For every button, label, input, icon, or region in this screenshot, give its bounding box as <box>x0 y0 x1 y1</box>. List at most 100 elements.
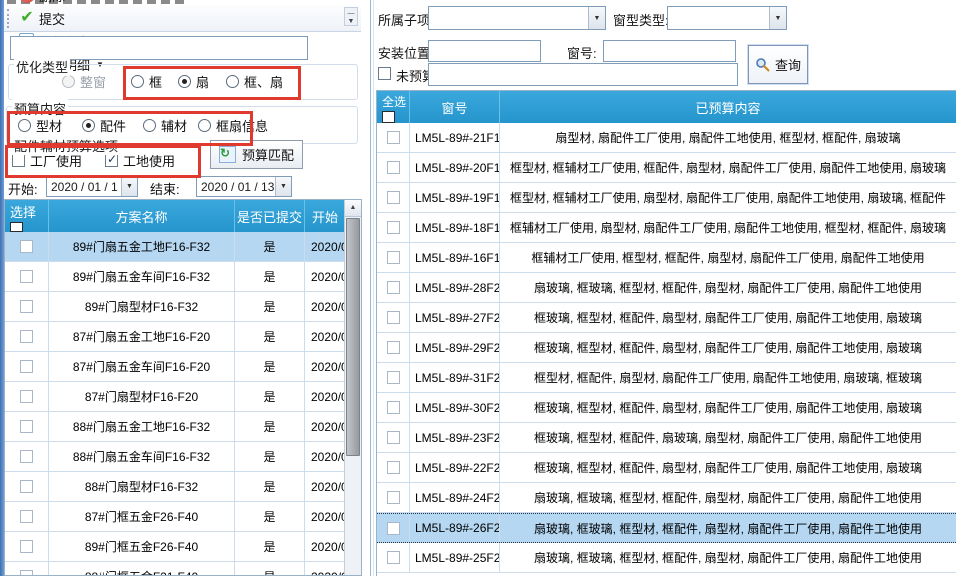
budget-match-button[interactable]: 预算匹配 <box>210 140 303 169</box>
radio-框扇信息[interactable]: 框扇信息 <box>198 116 268 135</box>
row-select-cell[interactable] <box>377 333 410 362</box>
radio-框[interactable]: 框 <box>131 72 162 91</box>
submitted-cell[interactable]: 是 <box>235 532 305 561</box>
window-no-cell[interactable]: LM5L-89#-24F22 <box>410 483 500 512</box>
window-no-cell[interactable]: LM5L-89#-25F23 <box>410 543 500 572</box>
start-date-cell[interactable]: 2020/0 <box>305 562 346 576</box>
start-date-cell[interactable]: 2020/0 <box>305 472 346 501</box>
budgeted-content-cell[interactable]: 扇型材, 扇配件工厂使用, 扇配件工地使用, 框型材, 框配件, 扇玻璃 <box>500 123 956 152</box>
select-all-checkbox[interactable] <box>382 111 395 123</box>
unbudgeted-input[interactable] <box>428 63 738 86</box>
window-no-cell[interactable]: LM5L-89#-16F15 <box>410 243 500 272</box>
row-checkbox[interactable] <box>20 540 33 553</box>
date-end-picker[interactable]: 2020 / 01 / 13 ▼ <box>196 176 292 197</box>
scheme-row[interactable]: 89#门扇型材F16-F32是2020/0 <box>5 292 346 322</box>
budgeted-content-cell[interactable]: 框辅材工厂使用, 扇型材, 扇配件工厂使用, 扇配件工地使用, 框型材, 框配件… <box>500 213 956 242</box>
row-checkbox[interactable] <box>20 330 33 343</box>
select-all-checkbox[interactable] <box>10 222 23 232</box>
start-date-cell[interactable]: 2020/0 <box>305 442 346 471</box>
window-type-dropdown-icon[interactable]: ▼ <box>769 7 786 29</box>
radio-扇[interactable]: 扇 <box>178 72 209 91</box>
row-select-cell[interactable] <box>377 153 410 182</box>
window-type-combobox[interactable]: ▼ <box>667 6 787 30</box>
budget-row[interactable]: LM5L-89#-28F26扇玻璃, 框玻璃, 框型材, 框配件, 扇型材, 扇… <box>377 273 956 303</box>
row-select-cell[interactable] <box>5 382 49 411</box>
row-select-cell[interactable] <box>5 262 49 291</box>
budgeted-content-cell[interactable]: 扇玻璃, 框玻璃, 框型材, 框配件, 扇型材, 扇配件工厂使用, 扇配件工地使… <box>500 483 956 512</box>
scheme-row[interactable]: 88#门扇型材F16-F32是2020/0 <box>5 472 346 502</box>
row-checkbox[interactable] <box>387 341 400 354</box>
scrollbar-thumb[interactable] <box>346 218 360 456</box>
header-budgeted-content[interactable]: 已预算内容 <box>500 91 956 123</box>
start-date-cell[interactable]: 2020/0 <box>305 322 346 351</box>
row-checkbox[interactable] <box>387 431 400 444</box>
toolbar-grip[interactable] <box>7 9 12 28</box>
scheme-row[interactable]: 89#门扇五金工地F16-F32是2020/0 <box>5 232 346 262</box>
row-checkbox[interactable] <box>387 311 400 324</box>
query-button[interactable]: 查询 <box>748 45 808 84</box>
row-select-cell[interactable] <box>377 183 410 212</box>
window-no-cell[interactable]: LM5L-89#-18F16 <box>410 213 500 242</box>
submitted-cell[interactable]: 是 <box>235 562 305 576</box>
row-checkbox[interactable] <box>387 131 400 144</box>
window-no-cell[interactable]: LM5L-89#-26F24 <box>410 514 500 542</box>
install-position-input[interactable] <box>428 40 541 62</box>
submitted-cell[interactable]: 是 <box>235 382 305 411</box>
window-no-input[interactable] <box>603 40 736 62</box>
window-no-cell[interactable]: LM5L-89#-28F26 <box>410 273 500 302</box>
scheme-row[interactable]: 87#门扇五金工地F16-F20是2020/0 <box>5 322 346 352</box>
row-checkbox[interactable] <box>387 191 400 204</box>
window-no-cell[interactable]: LM5L-89#-31F29 <box>410 363 500 392</box>
date-start-picker[interactable]: 2020 / 01 / 1 ▼ <box>46 176 138 197</box>
budget-row[interactable]: LM5L-89#-30F28框玻璃, 框型材, 框配件, 扇型材, 扇配件工厂使… <box>377 393 956 423</box>
scheme-row[interactable]: 89#门框五金F26-F40是2020/0 <box>5 532 346 562</box>
row-checkbox[interactable] <box>20 390 33 403</box>
budgeted-content-cell[interactable]: 框玻璃, 框型材, 框配件, 扇型材, 扇配件工厂使用, 扇配件工地使用, 扇玻… <box>500 393 956 422</box>
scheme-row[interactable]: 87#门扇型材F16-F20是2020/0 <box>5 382 346 412</box>
panel-splitter[interactable] <box>370 0 371 576</box>
budget-row[interactable]: LM5L-89#-18F16框辅材工厂使用, 扇型材, 扇配件工厂使用, 扇配件… <box>377 213 956 243</box>
window-no-cell[interactable]: LM5L-89#-20F18 <box>410 153 500 182</box>
scheme-row[interactable]: 88#门扇五金车间F16-F32是2020/0 <box>5 442 346 472</box>
window-no-cell[interactable]: LM5L-89#-19F17 <box>410 183 500 212</box>
radio-辅材[interactable]: 辅材 <box>143 116 187 135</box>
header-window-no[interactable]: 窗号 <box>410 91 500 123</box>
submitted-cell[interactable]: 是 <box>235 322 305 351</box>
row-checkbox[interactable] <box>20 510 33 523</box>
submitted-cell[interactable]: 是 <box>235 412 305 441</box>
start-date-cell[interactable]: 2020/0 <box>305 382 346 411</box>
scheme-table-scrollbar[interactable]: ▲ <box>344 200 361 575</box>
date-start-dropdown-icon[interactable]: ▼ <box>121 177 137 196</box>
row-checkbox[interactable] <box>387 522 400 535</box>
scrollbar-up-icon[interactable]: ▲ <box>345 200 361 217</box>
scheme-name-cell[interactable]: 88#门框五金F21-F40 <box>49 562 235 576</box>
budgeted-content-cell[interactable]: 框玻璃, 框型材, 框配件, 扇型材, 扇配件工厂使用, 扇配件工地使用, 扇玻… <box>500 303 956 332</box>
row-select-cell[interactable] <box>377 514 410 542</box>
row-checkbox[interactable] <box>20 360 33 373</box>
window-no-cell[interactable]: LM5L-89#-29F27 <box>410 333 500 362</box>
budgeted-content-cell[interactable]: 框型材, 框配件, 扇型材, 扇配件工厂使用, 扇配件工地使用, 扇玻璃, 框玻… <box>500 363 956 392</box>
header-submitted[interactable]: 是否已提交 <box>235 200 305 232</box>
scheme-row[interactable]: 88#门框五金F21-F40是2020/0 <box>5 562 346 576</box>
start-date-cell[interactable]: 2020/0 <box>305 502 346 531</box>
budget-row[interactable]: LM5L-89#-22F20框玻璃, 框型材, 框配件, 扇型材, 扇配件工厂使… <box>377 453 956 483</box>
row-checkbox[interactable] <box>387 461 400 474</box>
start-date-cell[interactable]: 2020/0 <box>305 352 346 381</box>
start-date-cell[interactable]: 2020/0 <box>305 412 346 441</box>
budgeted-content-cell[interactable]: 框玻璃, 框型材, 框配件, 扇型材, 扇配件工厂使用, 扇配件工地使用, 扇玻… <box>500 333 956 362</box>
scheme-name-cell[interactable]: 87#门扇五金工地F16-F20 <box>49 322 235 351</box>
row-select-cell[interactable] <box>377 363 410 392</box>
sub-item-combobox[interactable]: ▼ <box>428 6 606 30</box>
unbudgeted-checkbox[interactable] <box>378 67 391 80</box>
scheme-name-cell[interactable]: 89#门框五金F26-F40 <box>49 532 235 561</box>
row-checkbox[interactable] <box>20 270 33 283</box>
budget-row[interactable]: LM5L-89#-26F24扇玻璃, 框玻璃, 框型材, 框配件, 扇型材, 扇… <box>377 513 956 543</box>
radio-型材[interactable]: 型材 <box>18 116 62 135</box>
window-no-cell[interactable]: LM5L-89#-21F19 <box>410 123 500 152</box>
budget-row[interactable]: LM5L-89#-31F29框型材, 框配件, 扇型材, 扇配件工厂使用, 扇配… <box>377 363 956 393</box>
row-checkbox[interactable] <box>387 551 400 564</box>
scheme-name-cell[interactable]: 89#门扇五金车间F16-F32 <box>49 262 235 291</box>
row-select-cell[interactable] <box>377 453 410 482</box>
budgeted-content-cell[interactable]: 框玻璃, 框型材, 框配件, 扇型材, 扇配件工厂使用, 扇配件工地使用, 扇玻… <box>500 453 956 482</box>
row-checkbox[interactable] <box>20 300 33 313</box>
